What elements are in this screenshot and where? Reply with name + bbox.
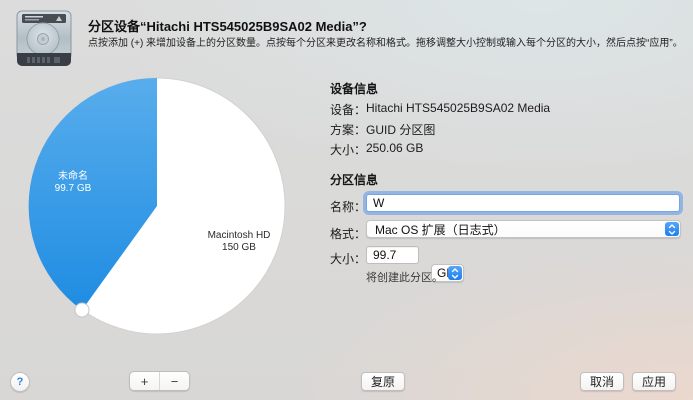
- resize-handle[interactable]: [75, 303, 89, 317]
- partition-info-header: 分区信息: [330, 171, 378, 188]
- size-label: 大小：: [330, 250, 366, 267]
- dialog-subtitle: 点按添加 (+) 来增加设备上的分区数量。点按每个分区来更改名称和格式。拖移调整…: [88, 37, 688, 50]
- partition-pie-chart: [28, 77, 286, 335]
- remove-partition-button[interactable]: −: [160, 372, 189, 390]
- hard-drive-icon: [13, 9, 75, 67]
- question-mark-icon: ?: [17, 376, 24, 388]
- format-label: 格式：: [330, 225, 366, 242]
- device-size-value: 250.06 GB: [366, 141, 423, 155]
- scheme-label: 方案：: [330, 121, 366, 138]
- revert-button[interactable]: 复原: [361, 372, 405, 391]
- pie-label-untitled-size: 99.7 GB: [30, 183, 116, 195]
- partition-note: 将创建此分区。: [366, 269, 443, 285]
- apply-button[interactable]: 应用: [632, 372, 676, 391]
- cancel-button[interactable]: 取消: [580, 372, 624, 391]
- partition-size-input[interactable]: [366, 246, 419, 264]
- pie-label-macintosh-hd: Macintosh HD 150 GB: [184, 230, 294, 254]
- dialog-title: 分区设备“Hitachi HTS545025B9SA02 Media”?: [88, 16, 367, 35]
- pie-label-untitled-name: 未命名: [30, 171, 116, 183]
- pie-label-macintosh-hd-name: Macintosh HD: [184, 230, 294, 242]
- help-button[interactable]: ?: [10, 372, 30, 392]
- device-info-header: 设备信息: [330, 80, 378, 97]
- chevron-up-down-icon: [665, 222, 679, 236]
- format-select-value: Mac OS 扩展（日志式）: [375, 221, 506, 238]
- pie-label-untitled: 未命名 99.7 GB: [30, 171, 116, 195]
- name-label: 名称：: [330, 198, 366, 215]
- device-value: Hitachi HTS545025B9SA02 Media: [366, 101, 550, 115]
- add-partition-button[interactable]: +: [130, 372, 160, 390]
- partition-name-input[interactable]: [366, 194, 680, 212]
- format-select[interactable]: Mac OS 扩展（日志式）: [366, 220, 681, 238]
- add-remove-segmented-control: + −: [129, 371, 190, 391]
- device-label: 设备：: [330, 101, 366, 118]
- scheme-value: GUID 分区图: [366, 121, 435, 138]
- device-size-label: 大小：: [330, 141, 366, 158]
- pie-label-macintosh-hd-size: 150 GB: [184, 242, 294, 254]
- chevron-up-down-icon: [448, 266, 462, 280]
